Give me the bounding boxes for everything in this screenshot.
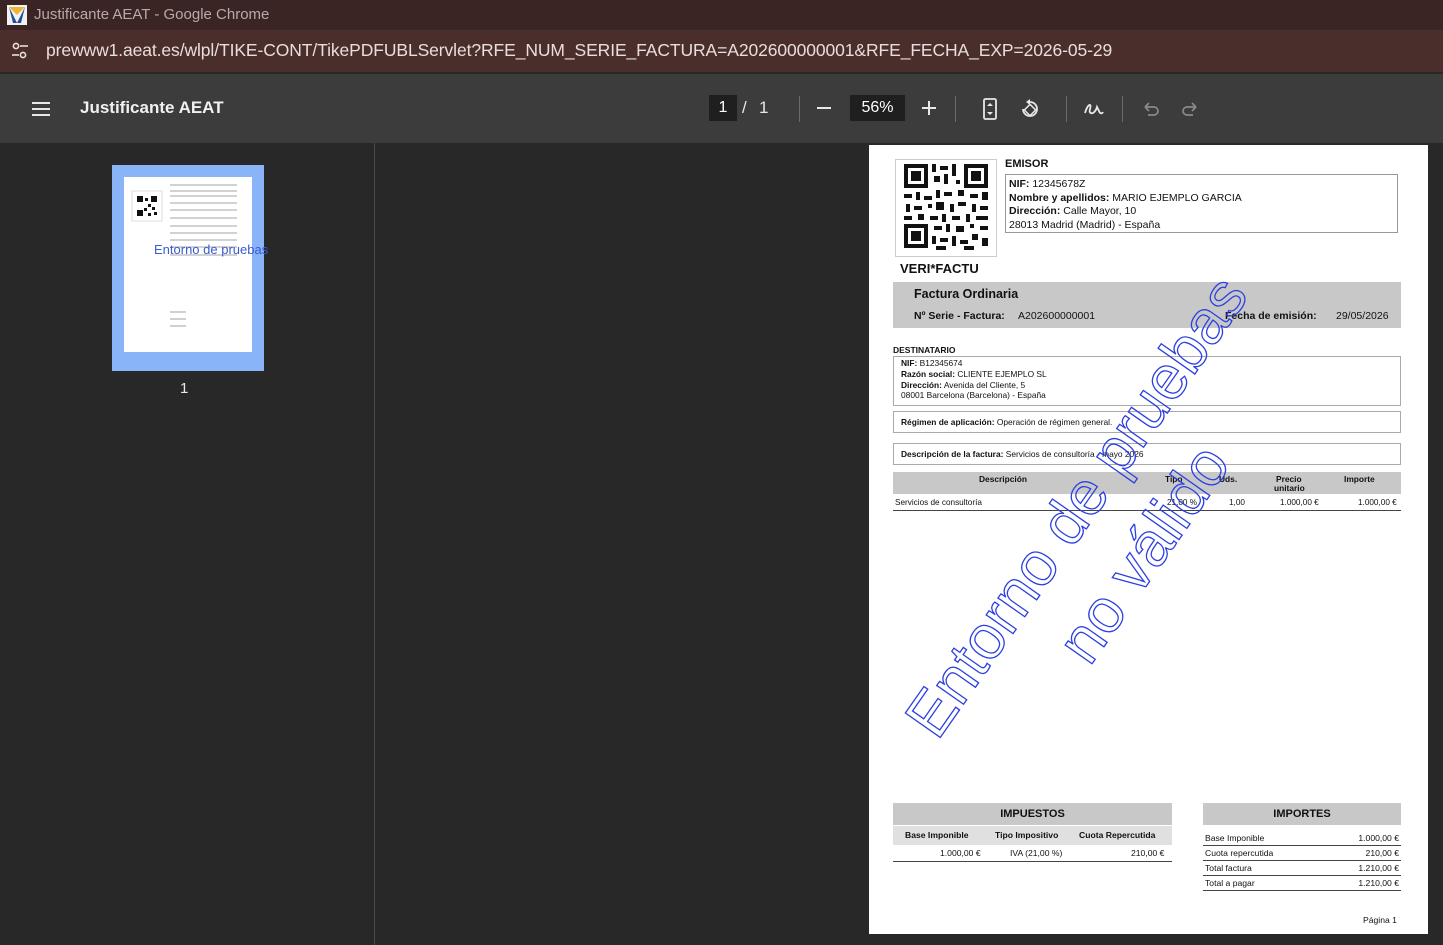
importe-value: 1.000,00 €: [1358, 833, 1399, 843]
fecha-value: 29/05/2026: [1336, 310, 1389, 322]
line-importe: 1.000,00 €: [1358, 498, 1397, 507]
emisor-direccion-label: Dirección:: [1009, 205, 1061, 218]
tax-tipo: IVA (21,00 %): [1010, 848, 1063, 858]
descripcion-label: Descripción de la factura:: [901, 449, 1004, 459]
line-uds: 1,00: [1229, 498, 1245, 507]
col-unitario: unitario: [1274, 483, 1305, 493]
emisor-nombre-label: Nombre y apellidos:: [1009, 191, 1110, 204]
annotate-icon[interactable]: [1083, 99, 1105, 119]
serie-label: Nº Serie - Factura:: [914, 310, 1005, 322]
importe-label: Total a pagar: [1205, 878, 1255, 888]
importes-row: Total factura 1.210,00 €: [1203, 861, 1401, 876]
importes-row: Base Imponible 1.000,00 €: [1203, 831, 1401, 846]
line-descripcion: Servicios de consultoría: [895, 498, 982, 507]
importe-label: Cuota repercutida: [1205, 848, 1274, 858]
page-separator: /: [742, 98, 747, 117]
table-row: 1.000,00 € IVA (21,00 %) 210,00 €: [893, 846, 1172, 862]
dest-nif-label: NIF:: [901, 358, 918, 368]
site-info-icon[interactable]: [10, 41, 30, 61]
regimen-box: Régimen de aplicación: Operación de régi…: [893, 411, 1401, 433]
fecha-label: Fecha de emisión:: [1225, 310, 1317, 322]
emisor-localidad: 28013 Madrid (Madrid) - España: [1009, 218, 1161, 231]
tax-col-cuota: Cuota Repercutida: [1079, 830, 1156, 840]
importe-value: 210,00 €: [1365, 848, 1399, 858]
pdf-page: VERI*FACTU EMISOR NIF: 12345678Z Nombre …: [869, 145, 1428, 934]
col-importe: Importe: [1344, 474, 1375, 484]
emisor-box: NIF: 12345678Z Nombre y apellidos: MARIO…: [1005, 174, 1398, 233]
regimen-value: Operación de régimen general.: [996, 417, 1113, 427]
tax-cuota: 210,00 €: [1131, 848, 1165, 858]
emisor-heading: EMISOR: [1005, 158, 1049, 170]
serie-value: A202600000001: [1018, 310, 1096, 322]
dest-direccion: Avenida del Cliente, 5: [943, 379, 1026, 390]
document-title: Justificante AEAT: [80, 98, 224, 117]
emisor-nif: 12345678Z: [1032, 178, 1086, 190]
tax-base: 1.000,00 €: [940, 848, 981, 858]
rotate-icon[interactable]: [1019, 98, 1041, 120]
destinatario-heading: DESTINATARIO: [893, 345, 956, 355]
verifactu-label: VERI*FACTU: [900, 261, 979, 276]
thumbnail-watermark: Entorno de pruebas: [154, 242, 269, 257]
window-titlebar: Justificante AEAT - Google Chrome: [0, 0, 1443, 30]
page-number-input[interactable]: 1: [709, 95, 737, 121]
thumbnail-sidebar: Entorno de pruebas 1: [0, 143, 375, 945]
importes-row: Cuota repercutida 210,00 €: [1203, 846, 1401, 861]
descripcion-box: Descripción de la factura: Servicios de …: [893, 443, 1401, 465]
undo-icon[interactable]: [1142, 101, 1160, 117]
regimen-label: Régimen de aplicación:: [901, 417, 995, 427]
emisor-direccion: Calle Mayor, 10: [1063, 205, 1137, 218]
line-tipo: 21,00 %: [1167, 498, 1198, 507]
tax-col-base: Base Imponible: [905, 830, 969, 840]
emisor-nif-label: NIF:: [1009, 178, 1030, 190]
menu-icon[interactable]: [31, 101, 51, 117]
page-total: 1: [759, 98, 769, 117]
thumbnail-page-number: 1: [180, 380, 189, 397]
importe-label: Base Imponible: [1205, 833, 1265, 843]
line-precio: 1.000,00 €: [1280, 498, 1319, 507]
url-text[interactable]: prewww1.aeat.es/wlpl/TIKE-CONT/TikePDFUB…: [46, 40, 1112, 61]
dest-nif: B12345674: [919, 358, 963, 368]
importes-row: Total a pagar 1.210,00 €: [1203, 876, 1401, 891]
page-thumbnail[interactable]: Entorno de pruebas: [112, 165, 268, 371]
toolbar-divider: [955, 96, 956, 122]
descripcion-value: Servicios de consultoría - mayo 2026: [1005, 449, 1144, 459]
destinatario-box: NIF: B12345674 Razón social: CLIENTE EJE…: [893, 356, 1401, 406]
impuestos-subheader: Base Imponible Tipo Impositivo Cuota Rep…: [893, 826, 1172, 845]
importe-label: Total factura: [1205, 863, 1252, 873]
importes-heading: IMPORTES: [1203, 803, 1401, 825]
toolbar-divider: [1122, 96, 1123, 122]
zoom-level-input[interactable]: 56%: [850, 95, 905, 121]
col-uds: Uds.: [1219, 474, 1238, 484]
col-descripcion: Descripción: [979, 474, 1027, 484]
col-tipo: Tipo: [1165, 474, 1183, 484]
fit-page-icon[interactable]: [982, 98, 998, 120]
dest-direccion-label: Dirección:: [901, 379, 942, 390]
factura-tipo: Factura Ordinaria: [914, 287, 1019, 301]
aeat-app-icon: [7, 5, 27, 25]
dest-razon: CLIENTE EJEMPLO SL: [957, 368, 1047, 379]
qr-code: [895, 159, 997, 257]
page-footer: Página 1: [1363, 915, 1397, 925]
emisor-nombre: MARIO EJEMPLO GARCIA: [1112, 191, 1242, 204]
toolbar-divider: [1066, 96, 1067, 122]
qr-code-image: [904, 164, 988, 250]
thumbnail-content: [131, 184, 237, 327]
table-row: Servicios de consultoría 21,00 % 1,00 1.…: [893, 497, 1401, 511]
zoom-in-icon[interactable]: [921, 100, 937, 116]
window-title: Justificante AEAT - Google Chrome: [34, 6, 270, 23]
dest-razon-label: Razón social:: [901, 368, 955, 379]
address-bar[interactable]: prewww1.aeat.es/wlpl/TIKE-CONT/TikePDFUB…: [0, 30, 1443, 72]
toolbar-divider: [799, 96, 800, 122]
importe-value: 1.210,00 €: [1358, 878, 1399, 888]
dest-localidad: 08001 Barcelona (Barcelona) - España: [901, 390, 1046, 401]
zoom-out-icon[interactable]: [816, 100, 832, 116]
redo-icon[interactable]: [1181, 101, 1199, 117]
thumbnail-page[interactable]: Entorno de pruebas: [124, 177, 268, 352]
impuestos-heading: IMPUESTOS: [893, 803, 1172, 825]
lines-table-header: Descripción Tipo Uds. Precio unitario Im…: [893, 472, 1401, 494]
tax-col-tipo: Tipo Impositivo: [995, 830, 1059, 840]
importe-value: 1.210,00 €: [1358, 863, 1399, 873]
